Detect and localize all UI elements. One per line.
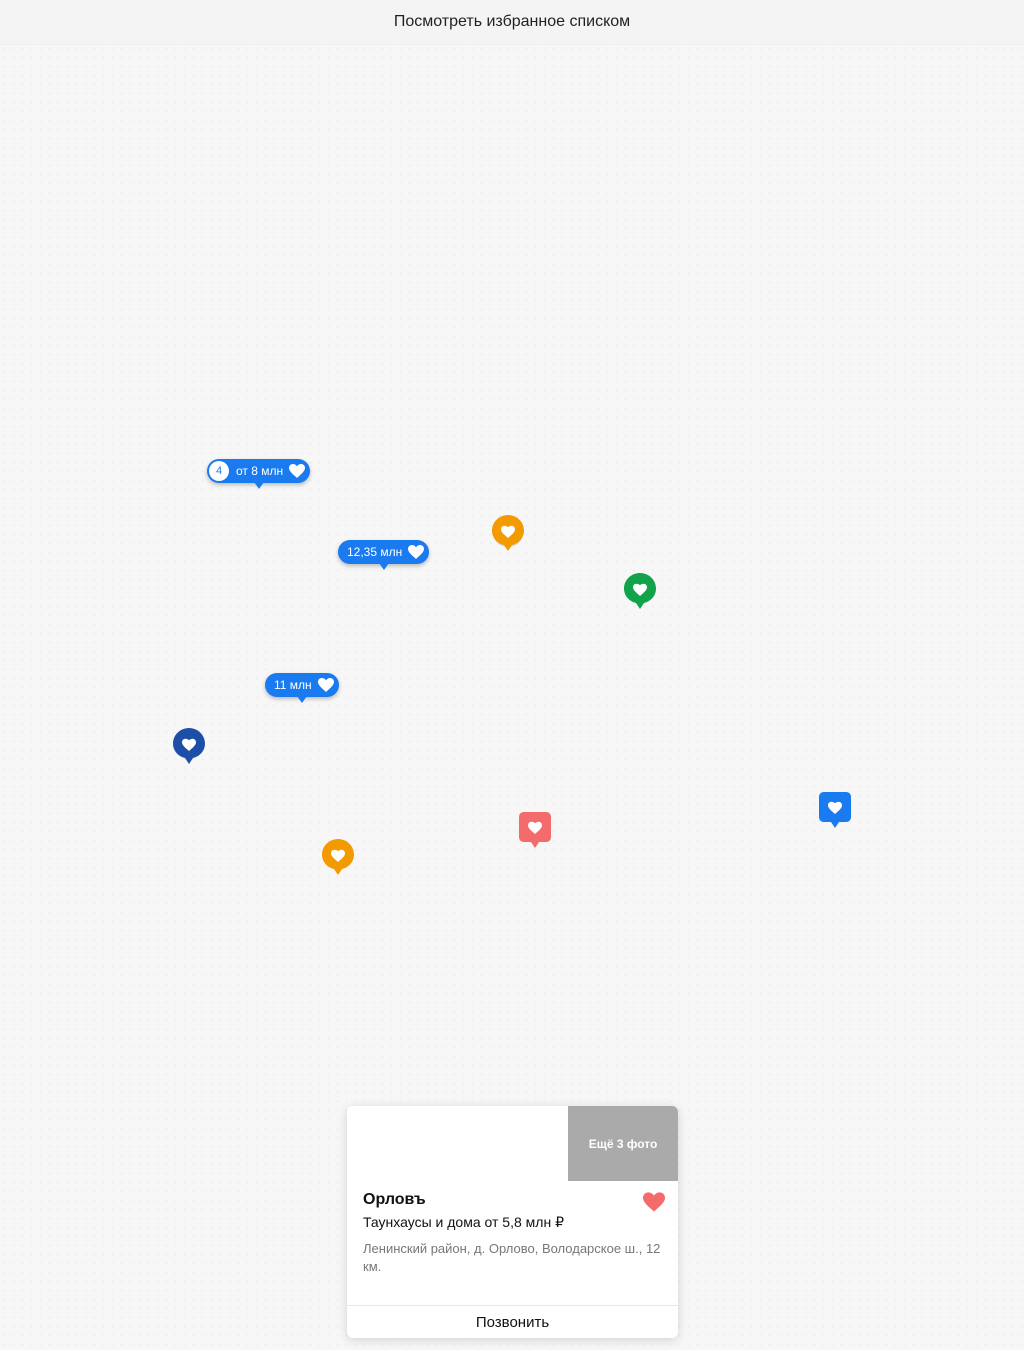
heart-icon[interactable]	[643, 1192, 665, 1212]
heart-icon	[408, 545, 425, 559]
favorite-map-pin[interactable]	[172, 727, 206, 769]
heart-pin-icon	[492, 515, 524, 551]
call-button[interactable]: Позвонить	[347, 1306, 678, 1338]
cluster-count-badge: 4	[209, 461, 229, 481]
call-button-label: Позвонить	[475, 1313, 550, 1331]
listing-title: Орловъ	[363, 1191, 426, 1208]
list-view-link[interactable]: Посмотреть избранное списком	[0, 0, 1024, 44]
heart-icon	[289, 464, 306, 478]
more-photos-button[interactable]: Ещё 3 фото	[568, 1106, 678, 1181]
heart-pin-icon	[819, 792, 851, 828]
price-label: 12,35 млн	[347, 545, 403, 559]
price-marker[interactable]: 12,35 млн	[338, 540, 430, 570]
heart-icon	[317, 678, 334, 692]
listing-card[interactable]: Ещё 3 фото Орловъ Таунхаусы и дома от 5,…	[347, 1106, 678, 1338]
favorite-map-pin[interactable]	[818, 791, 852, 833]
favorite-map-pin[interactable]	[491, 514, 525, 556]
listing-photo[interactable]	[347, 1106, 568, 1181]
heart-pin-icon	[624, 573, 656, 609]
cluster-price-label: от 8 млн	[236, 464, 284, 478]
listing-address: Ленинский район, д. Орлово, Володарское …	[363, 1241, 661, 1274]
heart-pin-icon	[322, 839, 354, 875]
cluster-price-marker[interactable]: 4 от 8 млн	[207, 459, 311, 489]
heart-pin-icon	[173, 728, 205, 764]
price-label: 11 млн	[274, 678, 312, 692]
favorite-map-pin[interactable]	[623, 572, 657, 614]
favorite-map-pin[interactable]	[518, 811, 552, 853]
list-view-label: Посмотреть избранное списком	[393, 13, 631, 30]
more-photos-label: Ещё 3 фото	[588, 1136, 658, 1151]
heart-pin-icon	[519, 812, 551, 848]
listing-subtitle: Таунхаусы и дома от 5,8 млн ₽	[363, 1214, 564, 1230]
price-marker[interactable]: 11 млн	[265, 673, 339, 703]
favorite-map-pin[interactable]	[321, 838, 355, 880]
